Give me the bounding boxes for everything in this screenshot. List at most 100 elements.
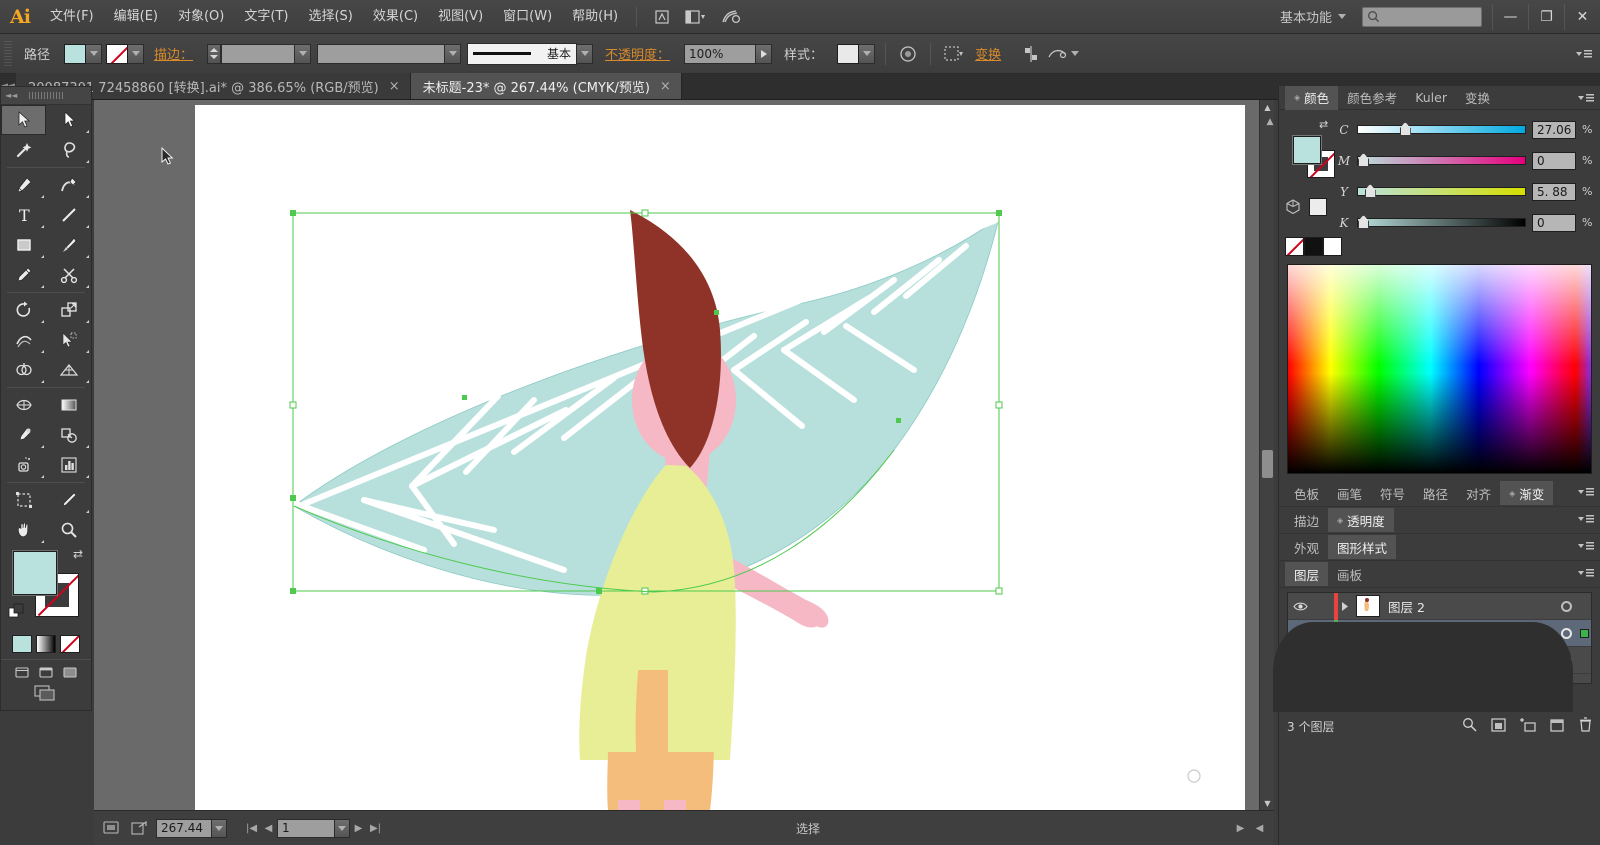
close-icon[interactable]: × <box>389 79 400 94</box>
free-transform-tool[interactable] <box>46 325 91 355</box>
panel-group-2-menu-icon[interactable] <box>1578 511 1594 527</box>
create-sublayer-icon[interactable] <box>1520 717 1536 735</box>
brush-dropdown[interactable] <box>577 43 594 64</box>
recolor-artwork-icon[interactable] <box>895 42 921 66</box>
swap-fill-stroke-icon[interactable]: ⇄ <box>73 547 83 561</box>
tab-brushes[interactable]: 画笔 <box>1328 481 1371 505</box>
brush-field[interactable]: 基本 <box>467 42 578 65</box>
tab-swatches[interactable]: 色板 <box>1285 481 1328 505</box>
next-artboard-button[interactable]: ▶ <box>350 819 367 838</box>
direct-selection-tool[interactable] <box>46 105 91 135</box>
status-text[interactable]: 选择 <box>390 820 1226 837</box>
share-on-behance-icon[interactable] <box>128 818 150 838</box>
paintbrush-tool[interactable] <box>46 230 91 260</box>
control-bar-menu-icon[interactable] <box>1576 46 1592 62</box>
opacity-control[interactable]: 100% <box>684 43 773 64</box>
tab-color-guide[interactable]: 颜色参考 <box>1338 86 1406 110</box>
control-bar-grip[interactable] <box>4 40 12 67</box>
white-color-swatch[interactable] <box>1323 237 1342 256</box>
web-safe-color-swatch[interactable] <box>1309 198 1327 216</box>
scroll-right-icon[interactable]: ▶ <box>1232 819 1249 838</box>
stroke-profile-field[interactable] <box>317 43 446 64</box>
slider-thumb-m[interactable] <box>1358 153 1369 167</box>
stroke-weight-field[interactable] <box>221 43 296 64</box>
magic-wand-tool[interactable] <box>1 135 46 165</box>
bridge-icon[interactable] <box>649 6 675 28</box>
slider-thumb-k[interactable] <box>1358 215 1369 229</box>
lasso-tool[interactable] <box>46 135 91 165</box>
scissors-tool[interactable] <box>46 260 91 290</box>
slider-thumb-y[interactable] <box>1364 184 1376 198</box>
tools-panel-header[interactable]: ◄◄ <box>1 87 91 105</box>
tab-gradient[interactable]: ◈ 渐变 <box>1500 481 1554 505</box>
menu-window[interactable]: 窗口(W) <box>493 0 562 34</box>
zoom-dropdown-arrow[interactable] <box>212 818 227 838</box>
pencil-tool[interactable] <box>1 260 46 290</box>
tab-transparency[interactable]: ◈ 透明度 <box>1328 508 1394 532</box>
slider-value-c[interactable]: 27.06 <box>1532 120 1576 139</box>
document-tab-2[interactable]: 未标题-23* @ 267.44% (CMYK/预览) × <box>410 73 682 99</box>
color-panel-menu-icon[interactable] <box>1578 90 1594 106</box>
stroke-dropdown-arrow[interactable] <box>128 43 145 64</box>
graphic-style-control[interactable] <box>837 43 876 64</box>
tab-artboards[interactable]: 画板 <box>1328 562 1371 586</box>
opacity-field[interactable]: 100% <box>684 43 757 64</box>
collapse-panel-icon[interactable]: ◄◄ <box>5 91 17 100</box>
color-fill-swatch[interactable] <box>1293 136 1321 164</box>
artboard-tool[interactable] <box>1 485 46 515</box>
black-color-swatch[interactable] <box>1304 237 1323 256</box>
fill-color-control[interactable] <box>64 43 103 64</box>
slider-track-y[interactable] <box>1357 184 1526 198</box>
menu-select[interactable]: 选择(S) <box>298 0 362 34</box>
tab-layers[interactable]: 图层 <box>1285 562 1329 586</box>
symbol-sprayer-tool[interactable] <box>1 450 46 480</box>
opacity-panel-link[interactable]: 不透明度： <box>599 44 684 63</box>
panel-group-1-menu-icon[interactable] <box>1578 484 1594 500</box>
stroke-profile-dropdown[interactable] <box>445 43 462 64</box>
type-tool[interactable]: T <box>1 200 46 230</box>
tab-transform[interactable]: 变换 <box>1456 86 1499 110</box>
stroke-color-control[interactable] <box>106 43 145 64</box>
delete-selection-icon[interactable] <box>1579 717 1592 735</box>
scale-tool[interactable] <box>46 295 91 325</box>
brush-definition-control[interactable]: 基本 <box>467 42 594 65</box>
slider-value-y[interactable]: 5. 88 <box>1532 182 1576 201</box>
none-mode-button[interactable] <box>60 635 80 653</box>
rectangle-tool[interactable] <box>1 230 46 260</box>
artwork-svg[interactable] <box>94 100 1274 810</box>
device-central-icon[interactable] <box>100 818 122 838</box>
style-dropdown[interactable] <box>859 43 876 64</box>
expand-layer-icon[interactable] <box>1338 601 1352 611</box>
stroke-weight-dropdown[interactable] <box>295 43 312 64</box>
slider-track-c[interactable] <box>1357 122 1526 136</box>
mesh-tool[interactable] <box>1 390 46 420</box>
out-of-web-gamut-icon[interactable] <box>1285 199 1301 215</box>
zoom-tool[interactable] <box>46 515 91 545</box>
menu-view[interactable]: 视图(V) <box>428 0 493 34</box>
selection-tool[interactable] <box>1 105 46 135</box>
stroke-profile-control[interactable] <box>317 43 462 64</box>
fullscreen-menubar-mode-icon[interactable] <box>37 664 55 680</box>
hide-show-icon[interactable] <box>1048 42 1080 66</box>
close-button[interactable]: ✕ <box>1564 3 1600 30</box>
previous-artboard-button[interactable]: ◀ <box>260 819 277 838</box>
stroke-weight-control[interactable] <box>207 43 312 64</box>
new-layer-icon[interactable] <box>1550 718 1565 735</box>
menu-edit[interactable]: 编辑(E) <box>104 0 168 34</box>
tab-kuler[interactable]: Kuler <box>1406 86 1456 110</box>
normal-screen-mode-icon[interactable] <box>13 664 31 680</box>
slider-value-m[interactable]: 0 <box>1532 151 1576 170</box>
slider-value-k[interactable]: 0 <box>1532 213 1576 232</box>
scroll-left-icon[interactable]: ◀ <box>1251 819 1268 838</box>
align-objects-icon[interactable] <box>1018 42 1044 66</box>
stroke-swatch[interactable] <box>106 43 129 64</box>
gradient-mode-button[interactable] <box>36 635 56 653</box>
panel-group-4-menu-icon[interactable] <box>1578 565 1594 581</box>
slider-track-k[interactable] <box>1357 215 1526 229</box>
fullscreen-mode-icon[interactable] <box>61 664 79 680</box>
menu-type[interactable]: 文字(T) <box>234 0 298 34</box>
drag-grip[interactable] <box>29 92 63 99</box>
perspective-grid-tool[interactable] <box>46 355 91 385</box>
fill-dropdown-arrow[interactable] <box>86 43 103 64</box>
panel-group-3-menu-icon[interactable] <box>1578 538 1594 554</box>
